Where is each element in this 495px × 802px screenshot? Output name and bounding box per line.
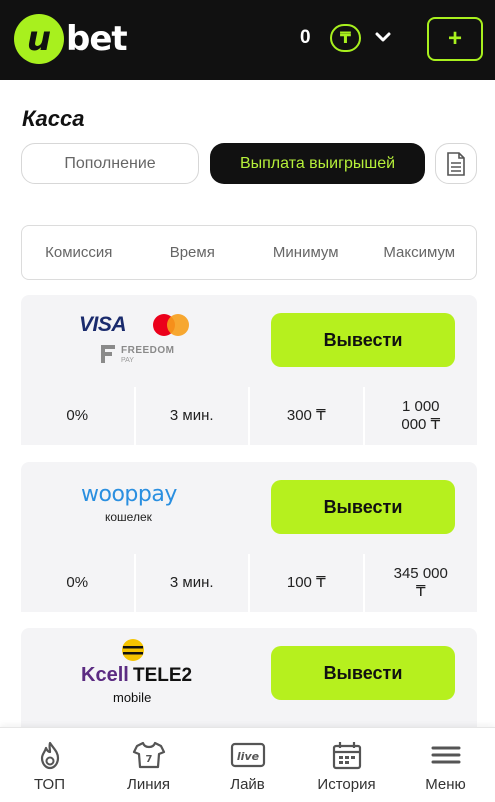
withdraw-button[interactable]: Вывести [271,313,455,367]
stat-maximum-line1: 345 000 [393,565,448,582]
tele2-logo: TELE2 [133,665,193,686]
pay-logo-text: PAY [121,357,134,364]
tab-deposit[interactable]: Пополнение [21,143,199,184]
stat-commission: 0% [21,554,134,612]
nav-label: ТОП [34,776,65,793]
balance-amount[interactable]: 0 [300,27,311,49]
page-title: Касса [22,106,85,131]
stat-time: 3 мин. [135,554,248,612]
method-stats: 0% 3 мин. 300 ₸ 1 000 000 ₸ [21,387,477,445]
nav-item-live[interactable]: live Лайв [198,728,297,802]
withdraw-button[interactable]: Вывести [271,646,455,700]
deposit-plus-button[interactable]: + [427,17,483,61]
method-header: Kcell TELE2 mobile Вывести [21,628,477,718]
chevron-down-icon[interactable] [374,30,392,44]
stat-minimum: 300 ₸ [250,387,363,445]
stat-maximum-line1: 1 000 [401,398,440,415]
kcell-logo: Kcell [81,664,129,686]
top-header: u bet 0 ₸ + [0,0,495,80]
nav-label: История [317,776,376,793]
wallet-label: кошелек [105,510,152,524]
stat-maximum: 345 000 ₸ [364,554,477,612]
document-button[interactable] [435,143,477,184]
wooppay-logos: wooppay кошелек [61,462,211,552]
withdraw-button[interactable]: Вывести [271,480,455,534]
columns-header: Комиссия Время Минимум Максимум [21,225,477,280]
stat-maximum-line2: ₸ [415,583,426,600]
nav-item-menu[interactable]: Меню [396,728,495,802]
nav-label: Линия [126,776,170,793]
visa-mastercard-logos: VISA FREEDOM PAY [61,295,211,385]
nav-label: Лайв [230,776,265,793]
mobile-label: mobile [113,690,152,705]
stat-commission: 0% [21,387,134,445]
payment-method-card: VISA FREEDOM PAY Вывести 0% 3 мин. 300 ₸… [21,295,477,445]
stat-maximum-line2: 000 ₸ [401,416,441,433]
currency-badge[interactable]: ₸ [330,24,361,52]
freedom-logo-text: FREEDOM [121,345,175,356]
stat-minimum: 100 ₸ [250,554,363,612]
bottom-navigation: ТОП 7 Линия live Лайв История Меню [0,727,495,802]
tab-withdraw[interactable]: Выплата выигрышей [210,143,425,184]
nav-item-history[interactable]: История [297,728,396,802]
live-icon: live [230,742,265,768]
column-time: Время [169,244,215,261]
stat-maximum: 1 000 000 ₸ [364,387,477,445]
document-icon [447,151,465,176]
payment-method-card: wooppay кошелек Вывести 0% 3 мин. 100 ₸ … [21,462,477,612]
ubet-logo[interactable]: u bet [14,14,128,64]
freedom-pay-icon [101,345,115,363]
method-header: wooppay кошелек Вывести [21,462,477,552]
payment-method-card: Kcell TELE2 mobile Вывести [21,628,477,738]
method-stats: 0% 3 мин. 100 ₸ 345 000 ₸ [21,554,477,612]
logo-mark: u [14,14,64,64]
visa-logo: VISA [79,313,127,336]
nav-item-top[interactable]: ТОП [0,728,99,802]
flame-icon [40,741,59,770]
stat-time: 3 мин. [135,387,248,445]
nav-item-line[interactable]: 7 Линия [99,728,198,802]
column-minimum: Минимум [272,244,339,261]
jersey-icon: 7 [132,741,165,769]
column-commission: Комиссия [45,244,113,261]
mastercard-icon [153,314,189,336]
svg-text:live: live [236,750,259,763]
logo-text: bet [66,19,128,59]
wooppay-logo: wooppay [81,482,177,507]
beeline-icon [122,639,144,661]
nav-label: Меню [425,776,466,793]
column-maximum: Максимум [383,244,456,261]
method-header: VISA FREEDOM PAY Вывести [21,295,477,385]
menu-icon [431,746,460,764]
kcell-tele2-logos: Kcell TELE2 mobile [61,628,211,718]
svg-text:7: 7 [145,754,152,765]
calendar-icon [332,742,361,770]
